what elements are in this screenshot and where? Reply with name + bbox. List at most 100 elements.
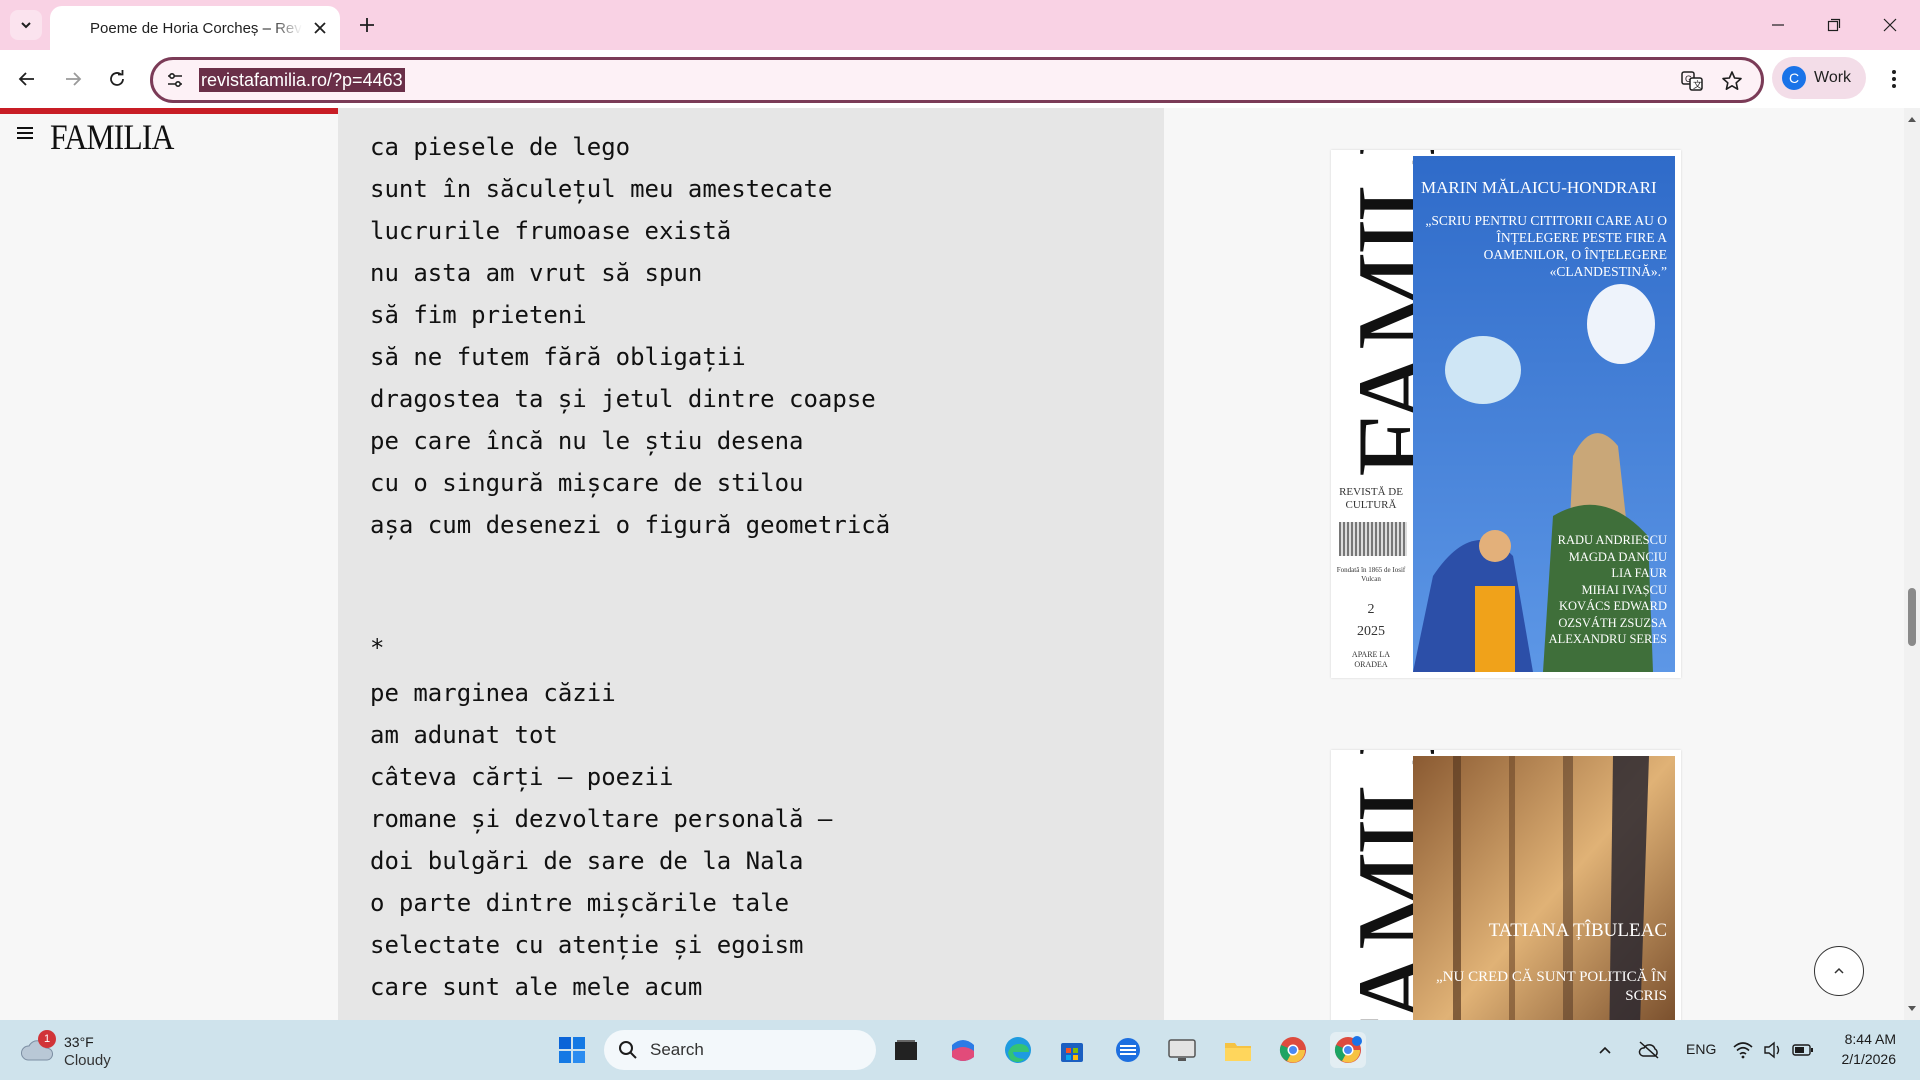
cover-headline-quote: „NU CRED CĂ SUNT POLITICĂ ÎN SCRIS [1436,969,1667,1004]
tab-title: Poeme de Horia Corcheș – Revista Familia [90,19,302,37]
monitor-icon [1168,1039,1196,1061]
scroll-up-arrow-icon[interactable] [1907,114,1917,124]
task-view-icon [895,1040,917,1060]
chrome-icon[interactable] [1275,1032,1311,1068]
site-logo[interactable]: FAMILIA [50,116,174,158]
cover-founded: Fondată în 1865 de Iosif Vulcan [1336,566,1406,583]
back-to-top-button[interactable] [1814,946,1864,996]
start-button[interactable] [554,1032,590,1068]
active-tab[interactable]: Poeme de Horia Corcheș – Revista Familia [50,6,340,50]
contributor: LIA FAUR [1611,566,1667,580]
tray-overflow-button[interactable] [1590,1032,1620,1068]
tab-close-button[interactable] [310,18,330,38]
weather-temperature: 33°F [64,1034,94,1050]
wifi-button[interactable] [1728,1032,1758,1068]
store-app-icon[interactable] [1054,1032,1090,1068]
app-icon-gray[interactable] [1164,1032,1200,1068]
task-view-button[interactable] [888,1032,924,1068]
poem-line: câteva cărți – poezii [370,763,674,791]
reload-button[interactable] [100,62,134,96]
cover-contributors: RADU ANDRIESCU MAGDA DANCIU LIA FAUR MIH… [1481,532,1667,648]
poem-line: nu asta am vrut să spun [370,259,703,287]
reload-icon [110,70,124,86]
windows-logo-icon [559,1037,585,1063]
arrow-right-icon [66,72,82,86]
tune-icon [168,72,182,88]
forward-button[interactable] [56,62,90,96]
poem-line: care sunt ale mele acum [370,973,703,1001]
edge-app-icon[interactable] [1000,1032,1036,1068]
contributor: MIHAI IVAȘCU [1581,582,1667,597]
poem-line: pe care încă nu le știu desena [370,427,804,455]
search-icon [619,1041,637,1059]
poem-line: lucrurile frumoase există [370,217,732,245]
magazine-cover[interactable]: FAMILIA REVISTĂ DE CULTURĂ Fondată în 18… [1331,150,1681,678]
new-tab-button[interactable] [352,10,382,40]
m365-app-icon[interactable] [945,1032,981,1068]
back-button[interactable] [10,62,44,96]
language-indicator[interactable]: ENG [1686,1041,1716,1057]
tray-icon[interactable] [1634,1032,1664,1068]
poem-line: cu o singură mișcare de stilou [370,469,804,497]
cloud-off-icon [1638,1041,1659,1059]
cover-issue-number: 2 [1367,602,1375,617]
store-icon [1061,1043,1083,1062]
article-body: ca piesele de lego sunt în săculețul meu… [338,108,1164,1020]
site-info-button[interactable] [163,68,187,92]
poem-line: doi bulgări de sare de la Nala [370,847,804,875]
poem-line: am adunat tot [370,721,558,749]
address-bar[interactable]: revistafamilia.ro/?p=4463 G文 [150,57,1764,103]
windows-taskbar: 1 33°F Cloudy Search ENG 8:44 AM 2/1/202… [0,1020,1920,1080]
minimize-icon [1772,24,1784,26]
contributor: RADU ANDRIESCU [1557,533,1667,547]
app-icon-blue[interactable] [1110,1032,1146,1068]
scrollbar-thumb[interactable] [1908,588,1916,646]
minimize-button[interactable] [1750,0,1806,50]
translate-button[interactable]: G文 [1679,68,1705,94]
volume-icon [1764,1041,1780,1059]
poem-separator: * [370,634,385,662]
browser-menu-button[interactable] [1882,64,1906,94]
cover-spine: FAMILIA REVISTĂ DE CULTURĂ Fondată în 18… [1331,150,1459,678]
page-scrollbar[interactable] [1904,108,1920,1020]
site-menu-button[interactable] [14,122,36,144]
close-window-button[interactable] [1862,0,1918,50]
cover-year: 2025 [1357,624,1385,639]
profile-label: Work [1814,69,1852,86]
scroll-down-arrow-icon[interactable] [1907,1004,1917,1014]
magazine-cover[interactable]: FAMILIA TATIANA ȚÎBULEAC „NU CRED CĂ SUN… [1331,750,1681,1020]
edge-icon [1005,1037,1031,1063]
plus-icon [360,18,374,32]
weather-alert-badge: 1 [38,1030,56,1048]
poem-line: selectate cu atenție și egoism [370,931,804,959]
poem-line: ca piesele de lego [370,133,631,161]
hamburger-icon [17,127,33,139]
battery-button[interactable] [1788,1032,1818,1068]
more-vertical-icon [1892,70,1896,88]
cover-caption: REVISTĂ DE CULTURĂ [1339,486,1403,511]
star-icon [1722,71,1742,90]
restore-icon [1827,18,1841,32]
search-label: Search [650,1040,704,1059]
bookmark-button[interactable] [1719,68,1745,94]
clock-date[interactable]: 2/1/2026 [1834,1051,1897,1067]
volume-button[interactable] [1758,1032,1788,1068]
url-text[interactable]: revistafamilia.ro/?p=4463 [199,68,405,92]
poem-line: să ne futem fără obligații [370,343,746,371]
profile-button[interactable]: C Work [1772,57,1866,99]
tab-strip: Poeme de Horia Corcheș – Revista Familia [0,0,1920,50]
taskbar-search[interactable]: Search [604,1030,876,1070]
browser-toolbar: revistafamilia.ro/?p=4463 G文 C Work [0,50,1920,108]
file-explorer-icon[interactable] [1220,1032,1256,1068]
folder-icon [1225,1043,1251,1061]
weather-condition: Cloudy [64,1052,111,1069]
tab-search-button[interactable] [10,10,42,40]
restore-button[interactable] [1806,0,1862,50]
avatar: C [1782,66,1806,90]
chrome-work-icon[interactable] [1330,1032,1366,1068]
m365-icon [952,1040,974,1061]
weather-widget[interactable]: 1 33°F Cloudy [20,1030,130,1072]
cover-headline-author: MARIN MĂLAICU-HONDRARI [1421,178,1657,197]
clock-time[interactable]: 8:44 AM [1840,1031,1896,1047]
chevron-up-icon [1834,967,1844,974]
